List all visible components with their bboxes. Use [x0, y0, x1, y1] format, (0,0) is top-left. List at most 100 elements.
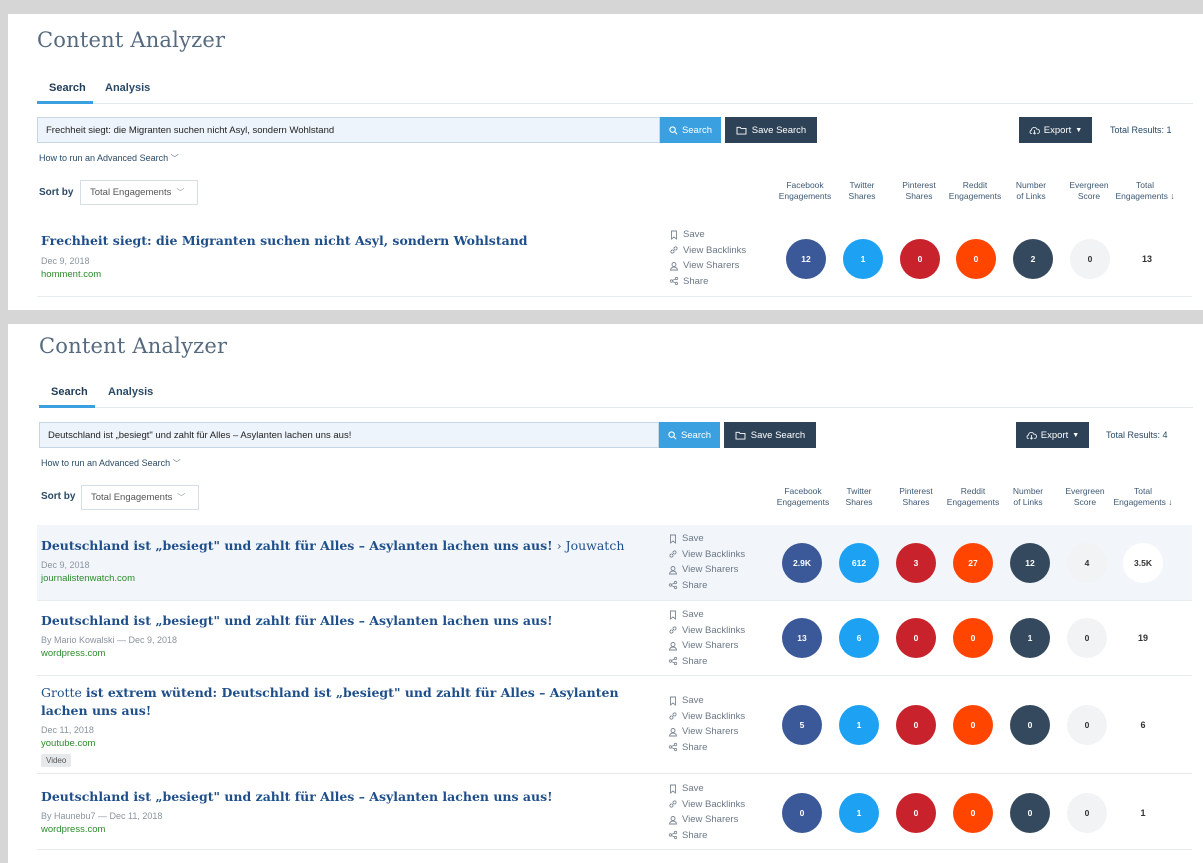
save-action[interactable]: Save — [668, 607, 745, 623]
search-button[interactable]: Search — [660, 117, 721, 143]
number-of-links: 2 — [1013, 239, 1053, 279]
save-search-button[interactable]: Save Search — [724, 422, 816, 448]
save-action[interactable]: Save — [669, 227, 746, 243]
row-actions: Save View Backlinks View Sharers Share — [668, 531, 745, 593]
search-button-label: Search — [681, 124, 713, 136]
article-domain[interactable]: youtube.com — [41, 738, 95, 749]
save-action[interactable]: Save — [668, 531, 745, 547]
reddit-engagements: 27 — [953, 543, 993, 583]
number-of-links: 0 — [1010, 705, 1050, 745]
view-sharers-action[interactable]: View Sharers — [668, 562, 745, 578]
advanced-search-label: How to run an Advanced Search — [41, 458, 171, 468]
search-icon — [669, 125, 678, 134]
article-domain[interactable]: journalistenwatch.com — [41, 573, 135, 584]
pinterest-shares: 3 — [896, 543, 936, 583]
share-action[interactable]: Share — [669, 274, 746, 290]
link-icon — [669, 712, 677, 720]
view-backlinks-action[interactable]: View Backlinks — [668, 709, 745, 725]
article-domain[interactable]: wordpress.com — [41, 648, 105, 659]
link-icon — [669, 800, 677, 808]
export-button[interactable]: Export ▼ — [1019, 117, 1092, 143]
row-actions: Save View Backlinks View Sharers Share — [668, 781, 745, 843]
search-input[interactable] — [37, 117, 660, 143]
cloud-download-icon — [1026, 431, 1037, 440]
tab-search[interactable]: Search — [51, 386, 88, 398]
col-facebook-engagements: Facebook Engagements — [778, 180, 832, 201]
bookmark-icon — [670, 610, 676, 620]
page-title: Content Analyzer — [39, 334, 228, 358]
user-icon — [669, 641, 677, 651]
article-title[interactable]: Grotte ist extrem wütend: Deutschland is… — [41, 684, 631, 720]
col-evergreen-score: Evergreen Score — [1065, 486, 1105, 507]
view-backlinks-action[interactable]: View Backlinks — [668, 547, 745, 563]
folder-icon — [736, 126, 747, 135]
view-sharers-action[interactable]: View Sharers — [668, 812, 745, 828]
evergreen-score: 0 — [1067, 618, 1107, 658]
twitter-shares: 612 — [839, 543, 879, 583]
active-tab-indicator — [37, 101, 93, 104]
tab-analysis[interactable]: Analysis — [105, 82, 150, 94]
facebook-engagements: 5 — [782, 705, 822, 745]
twitter-shares: 1 — [839, 793, 879, 833]
sort-label: Sort by — [41, 491, 76, 502]
share-action[interactable]: Share — [668, 654, 745, 670]
sort-dropdown[interactable]: Total Engagements ﹀ — [80, 180, 198, 205]
col-number-of-links: Number of Links — [1015, 180, 1047, 201]
active-tab-indicator — [39, 405, 95, 408]
tab-bar: Search Analysis — [39, 384, 1193, 408]
save-search-label: Save Search — [750, 429, 806, 441]
article-title[interactable]: Frechheit siegt: die Migranten suchen ni… — [41, 232, 641, 250]
col-total-engagements[interactable]: Total Engagements ↓ — [1113, 180, 1177, 202]
bookmark-icon — [670, 696, 676, 706]
article-title[interactable]: Deutschland ist „besiegt" und zahlt für … — [41, 788, 661, 806]
table-row: Deutschland ist „besiegt" und zahlt für … — [37, 774, 1192, 850]
folder-icon — [735, 431, 746, 440]
tab-analysis[interactable]: Analysis — [108, 386, 153, 398]
tab-bar: Search Analysis — [37, 80, 1193, 104]
twitter-shares: 6 — [839, 618, 879, 658]
article-domain[interactable]: wordpress.com — [41, 824, 105, 835]
share-action[interactable]: Share — [668, 740, 745, 756]
view-sharers-action[interactable]: View Sharers — [668, 724, 745, 740]
view-sharers-action[interactable]: View Sharers — [668, 638, 745, 654]
share-icon — [668, 657, 678, 666]
tab-search[interactable]: Search — [49, 82, 86, 94]
number-of-links: 12 — [1010, 543, 1050, 583]
article-domain[interactable]: homment.com — [41, 269, 101, 280]
share-action[interactable]: Share — [668, 828, 745, 844]
bookmark-icon — [671, 230, 677, 240]
col-evergreen-score: Evergreen Score — [1069, 180, 1109, 201]
total-engagements: 6 — [1140, 720, 1146, 730]
col-twitter-shares: Twitter Shares — [848, 180, 876, 201]
col-total-engagements[interactable]: Total Engagements ↓ — [1111, 486, 1175, 508]
share-icon — [668, 743, 678, 752]
save-search-button[interactable]: Save Search — [725, 117, 817, 143]
view-sharers-action[interactable]: View Sharers — [669, 258, 746, 274]
view-backlinks-action[interactable]: View Backlinks — [668, 797, 745, 813]
save-action[interactable]: Save — [668, 693, 745, 709]
total-results: Total Results: 1 — [1110, 125, 1172, 135]
col-pinterest-shares: Pinterest Shares — [899, 486, 933, 507]
article-title[interactable]: Deutschland ist „besiegt" und zahlt für … — [41, 537, 661, 555]
save-action[interactable]: Save — [668, 781, 745, 797]
pinterest-shares: 0 — [896, 793, 936, 833]
advanced-search-link[interactable]: How to run an Advanced Search ﹀ — [39, 153, 179, 164]
col-twitter-shares: Twitter Shares — [845, 486, 873, 507]
total-engagements: 3.5K — [1123, 543, 1163, 583]
sort-dropdown[interactable]: Total Engagements ﹀ — [81, 485, 199, 510]
export-button[interactable]: Export ▼ — [1016, 422, 1089, 448]
search-button[interactable]: Search — [659, 422, 720, 448]
cloud-download-icon — [1029, 126, 1040, 135]
article-meta: Dec 11, 2018 — [41, 725, 94, 735]
view-backlinks-action[interactable]: View Backlinks — [668, 623, 745, 639]
view-backlinks-action[interactable]: View Backlinks — [669, 243, 746, 259]
col-reddit-engagements: Reddit Engagements — [948, 180, 1002, 201]
search-input[interactable] — [39, 422, 659, 448]
article-meta: Dec 9, 2018 — [41, 560, 90, 570]
facebook-engagements: 12 — [786, 239, 826, 279]
share-action[interactable]: Share — [668, 578, 745, 594]
advanced-search-link[interactable]: How to run an Advanced Search ﹀ — [41, 458, 181, 469]
article-title[interactable]: Deutschland ist „besiegt" und zahlt für … — [41, 612, 661, 630]
video-badge: Video — [41, 754, 72, 767]
user-icon — [669, 565, 677, 575]
